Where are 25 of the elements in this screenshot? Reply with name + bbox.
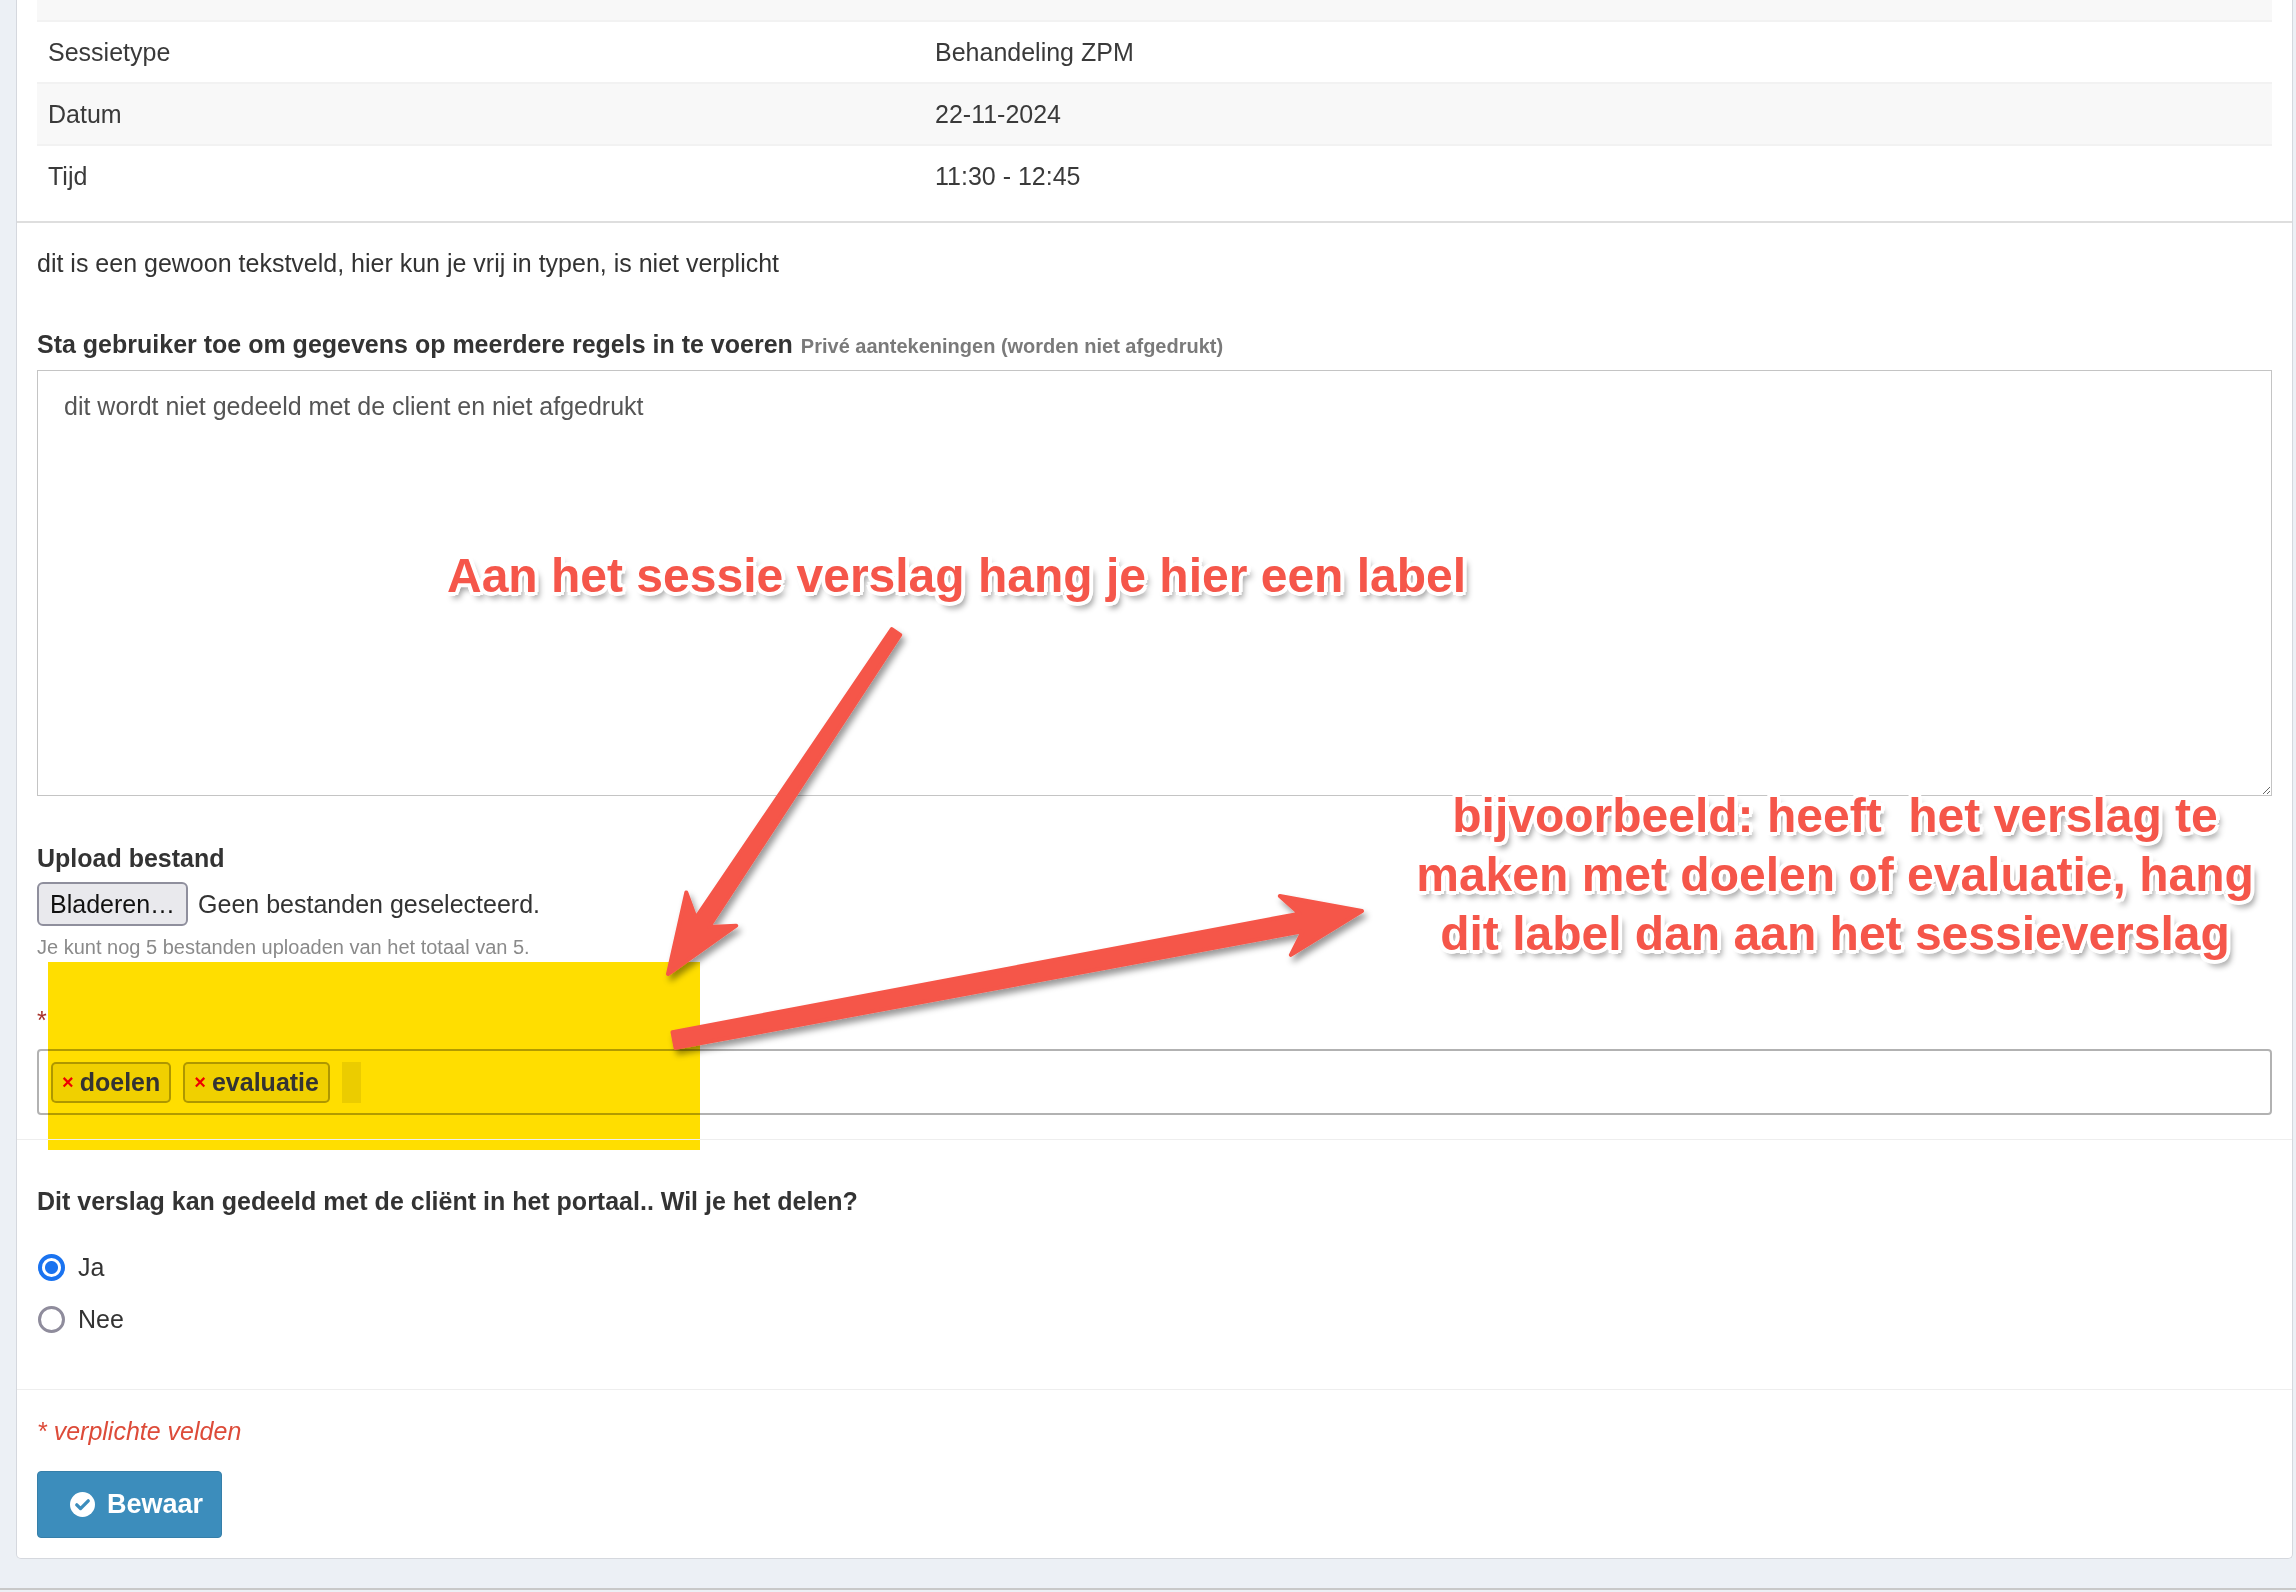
field-hint: Privé aantekeningen (worden niet afgedrukt) [800,334,1224,359]
field-label: Upload bestand [37,843,225,874]
tag-text: evaluatie [211,1067,319,1097]
browse-button[interactable]: Bladeren… [37,882,189,926]
required-note: * verplichte velden [37,1416,242,1446]
file-status-text: Geen bestanden geselecteerd. [198,889,540,919]
table-cell-text: Behandeling ZPM [934,37,1135,67]
radio-button[interactable] [38,1253,65,1281]
required-asterisk: * [37,1005,47,1036]
field-description: dit is een gewoon tekstveld, hier kun je vrij in typen, is niet verplicht [37,248,780,279]
check-circle-icon [70,1492,95,1517]
radio-label[interactable]: Nee [78,1304,124,1334]
radio-button[interactable] [38,1305,65,1333]
help-text: Je kunt nog 5 bestanden uploaden van het totaal van 5. [37,935,530,960]
field-label: Sta gebruiker toe om gegevens op meerdere regels in te voeren [37,329,793,360]
table-cell-text: Tijd [47,161,89,191]
question-label: Dit verslag kan gedeeld met de cliënt in het portaal.. Wil je het delen? [37,1186,858,1217]
table-cell-text: Datum [47,99,123,129]
tag-text: doelen [79,1067,161,1097]
table-cell-text: 11:30 - 12:45 [934,161,1082,191]
table-cell-text: 22-11-2024 [934,99,1063,129]
table-cell-text: Sessietype [47,37,172,67]
save-button[interactable]: Bewaar [37,1471,223,1538]
annotation-text: Aan het sessie verslag hang je hier een label [447,548,1467,604]
radio-label[interactable]: Ja [78,1252,105,1282]
